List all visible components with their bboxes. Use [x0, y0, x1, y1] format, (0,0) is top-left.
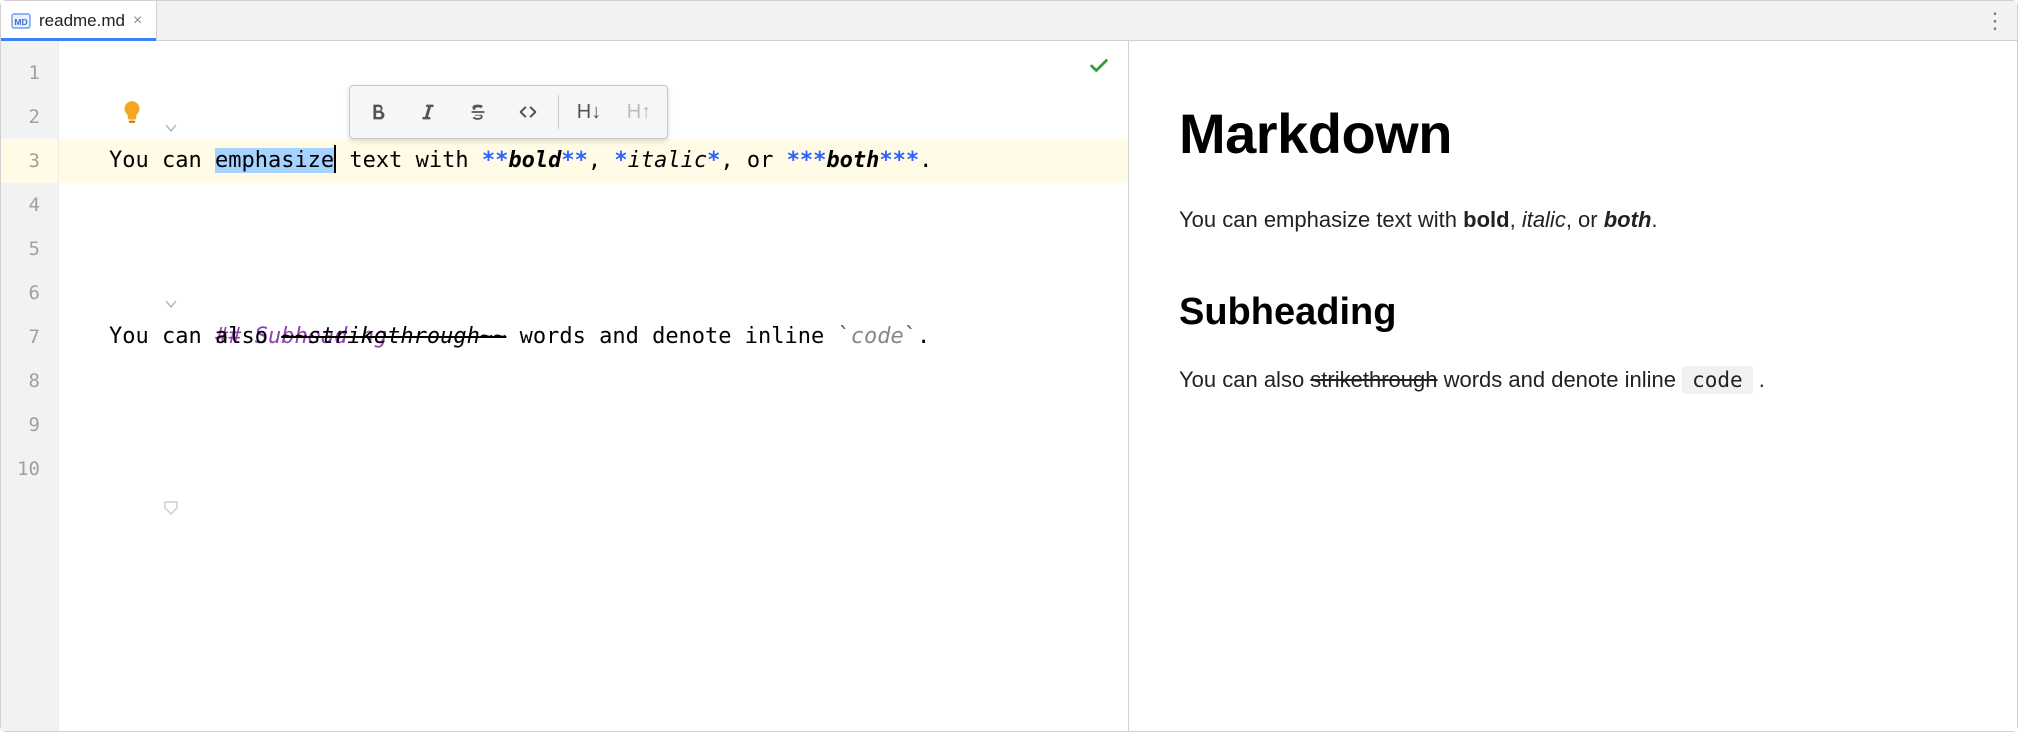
line-number[interactable]: 5 [1, 227, 58, 271]
italic-marker: * [614, 148, 627, 173]
fold-icon[interactable] [31, 240, 49, 258]
line-number[interactable]: 10 [1, 447, 58, 491]
close-icon[interactable]: × [133, 13, 142, 29]
code-button[interactable] [504, 90, 552, 134]
text: words and denote inline [1437, 367, 1682, 392]
text: . [919, 148, 932, 173]
line-number-gutter: 1 2 3 4 5 6 7 8 9 10 [1, 41, 59, 731]
selection: emphasize [215, 148, 334, 173]
line-number[interactable]: 1 [1, 51, 58, 95]
code-marker: ` [838, 324, 851, 349]
bold-button[interactable] [354, 90, 402, 134]
svg-text:MD: MD [14, 17, 27, 27]
strike-text: strikethrough [1310, 367, 1437, 392]
text: text with [336, 148, 482, 173]
formatting-toolbar: H↓ H↑ [349, 85, 668, 139]
heading-lower-button[interactable]: H↓ [565, 90, 613, 134]
tab-options-icon[interactable]: ⋮ [1973, 1, 2017, 40]
code-area[interactable]: H↓ H↑ # Markdown You can emphasize text … [59, 41, 1128, 731]
text: You can also [1179, 367, 1310, 392]
line-number[interactable]: 4 [1, 183, 58, 227]
text: , or [1566, 207, 1604, 232]
preview-h1: Markdown [1179, 101, 1967, 166]
bold-marker: ** [561, 148, 588, 173]
bold-marker: ** [482, 148, 509, 173]
text: , [588, 148, 615, 173]
text: . [1651, 207, 1657, 232]
editor-pane: 1 2 3 4 5 6 7 8 9 10 [1, 41, 1129, 731]
italic-text: italic [628, 148, 707, 173]
inline-code: code [1682, 366, 1753, 394]
heading-raise-label: H↑ [627, 101, 651, 124]
italic-text: italic [1522, 207, 1566, 232]
tabbar-spacer [157, 1, 1973, 40]
preview-paragraph: You can also strikethrough words and den… [1179, 362, 1967, 398]
strikethrough-button[interactable] [454, 90, 502, 134]
line-number[interactable]: 8 [1, 359, 58, 403]
preview-h2: Subheading [1179, 291, 1967, 334]
text-caret [334, 145, 336, 173]
strike-marker: ~~ [281, 324, 308, 349]
bolditalic-text: both [1604, 207, 1652, 232]
heading-raise-button: H↑ [615, 90, 663, 134]
fold-end-icon[interactable] [31, 444, 49, 462]
preview-pane: Markdown You can emphasize text with bol… [1129, 41, 2017, 731]
text: , [1510, 207, 1522, 232]
heading-lower-label: H↓ [577, 101, 601, 124]
main-split: 1 2 3 4 5 6 7 8 9 10 [1, 41, 2017, 731]
code-line[interactable] [59, 447, 1128, 491]
code-marker: ` [904, 324, 917, 349]
tab-bar: MD readme.md × ⋮ [1, 1, 2017, 41]
italic-marker: * [707, 148, 720, 173]
fold-icon[interactable] [31, 64, 49, 82]
code-line[interactable] [59, 183, 1128, 227]
toolbar-separator [558, 95, 559, 129]
text: You can also [109, 324, 281, 349]
bolditalic-text: both [826, 148, 879, 173]
code-line[interactable]: ## Subheading [59, 227, 1128, 271]
tab-label: readme.md [39, 11, 125, 31]
text: words and denote inline [506, 324, 837, 349]
strike-marker: ~~ [480, 324, 507, 349]
bolditalic-marker: *** [787, 148, 827, 173]
markdown-file-icon: MD [11, 11, 31, 31]
code-line[interactable] [59, 403, 1128, 447]
bolditalic-marker: *** [879, 148, 919, 173]
code-text: code [851, 324, 904, 349]
bold-text: bold [508, 148, 561, 173]
line-number[interactable]: 9 [1, 403, 58, 447]
preview-paragraph: You can emphasize text with bold, italic… [1179, 202, 1967, 237]
bold-text: bold [1463, 207, 1509, 232]
code-line[interactable]: You can also ~~strikethrough~~ words and… [59, 315, 1128, 359]
tab-readme[interactable]: MD readme.md × [1, 1, 157, 40]
text: . [917, 324, 930, 349]
code-line[interactable] [59, 359, 1128, 403]
text: You can emphasize text with [1179, 207, 1463, 232]
italic-button[interactable] [404, 90, 452, 134]
code-line[interactable] [59, 271, 1128, 315]
strike-text: strikethrough [308, 324, 480, 349]
text: . [1753, 367, 1765, 392]
code-line[interactable]: You can emphasize text with **bold**, *i… [59, 139, 1128, 183]
text: , or [720, 148, 786, 173]
text: You can [109, 148, 215, 173]
